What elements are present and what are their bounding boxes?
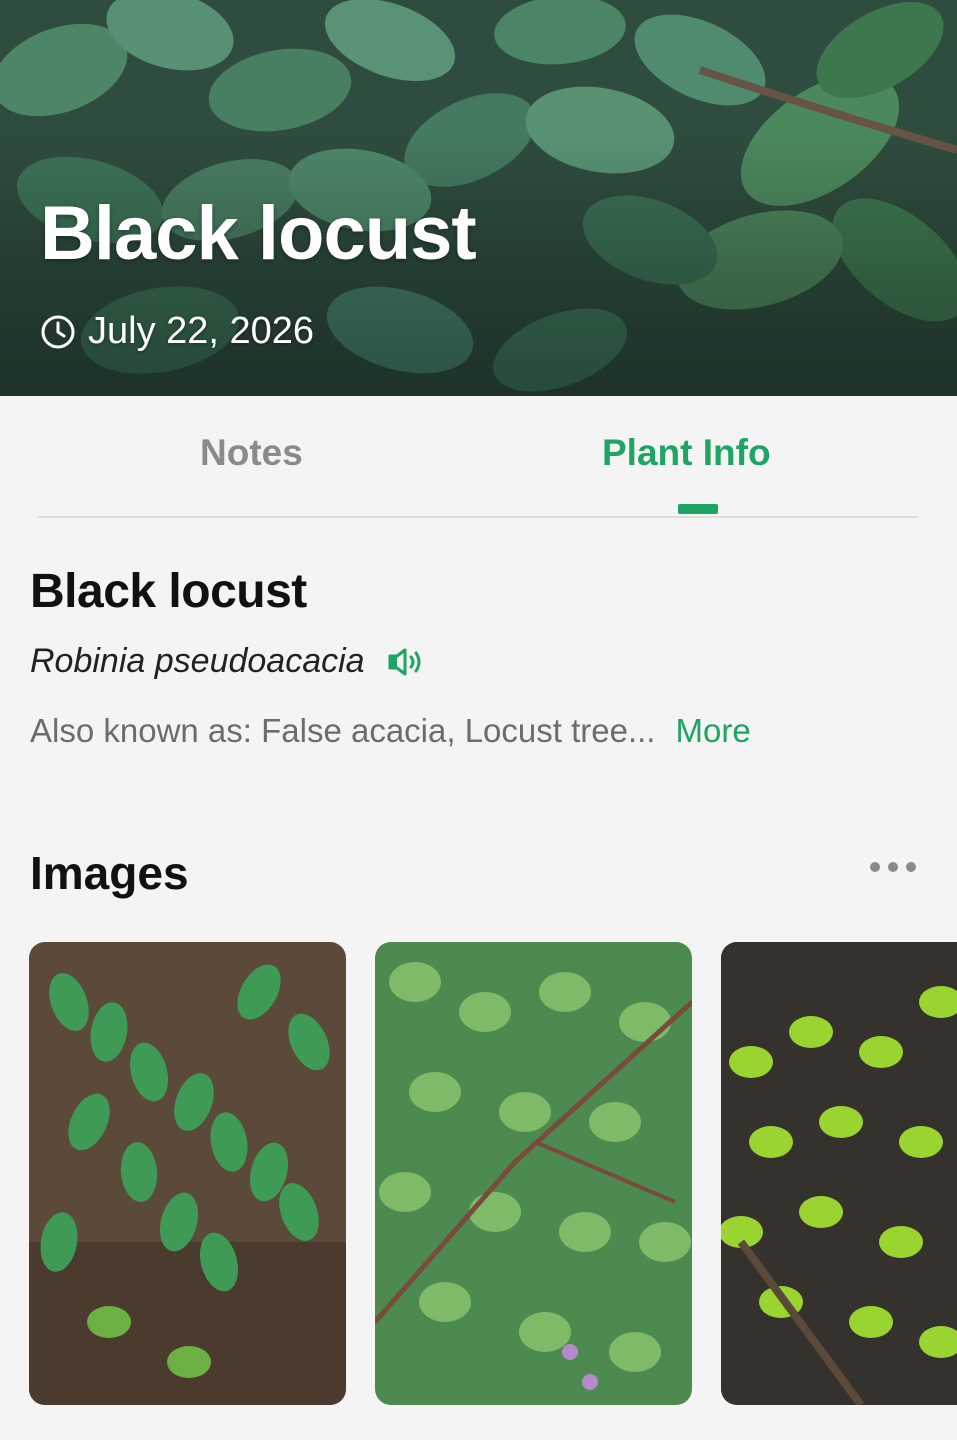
hero-date-text: July 22, 2026 — [88, 310, 315, 352]
content-sheet: Notes Plant Info Black locust Robinia ps… — [0, 396, 957, 1440]
hero-date: July 22, 2026 — [40, 310, 314, 353]
tab-plant-info[interactable]: Plant Info — [602, 432, 771, 474]
tab-bar: Notes Plant Info — [38, 396, 918, 518]
image-thumbnail-2[interactable] — [375, 942, 692, 1405]
hero-banner: Black locust July 22, 2026 — [0, 0, 957, 396]
scientific-name-row: Robinia pseudoacacia — [30, 642, 425, 681]
plant-common-name: Black locust — [30, 565, 307, 618]
image-thumbnail-1[interactable] — [29, 942, 346, 1405]
also-known-as-row: Also known as: False acacia, Locust tree… — [30, 712, 751, 750]
tab-notes[interactable]: Notes — [200, 432, 303, 474]
more-link[interactable]: More — [675, 712, 750, 750]
ellipsis-icon[interactable] — [870, 862, 916, 872]
speaker-icon[interactable] — [387, 647, 425, 677]
image-thumbnail-3[interactable] — [721, 942, 957, 1405]
plant-scientific-name: Robinia pseudoacacia — [30, 642, 365, 680]
active-tab-indicator — [678, 504, 718, 514]
clock-icon — [41, 315, 75, 348]
also-known-as-text: Also known as: False acacia, Locust tree… — [30, 712, 656, 749]
images-heading: Images — [30, 847, 189, 899]
hero-title: Black locust — [40, 191, 477, 276]
